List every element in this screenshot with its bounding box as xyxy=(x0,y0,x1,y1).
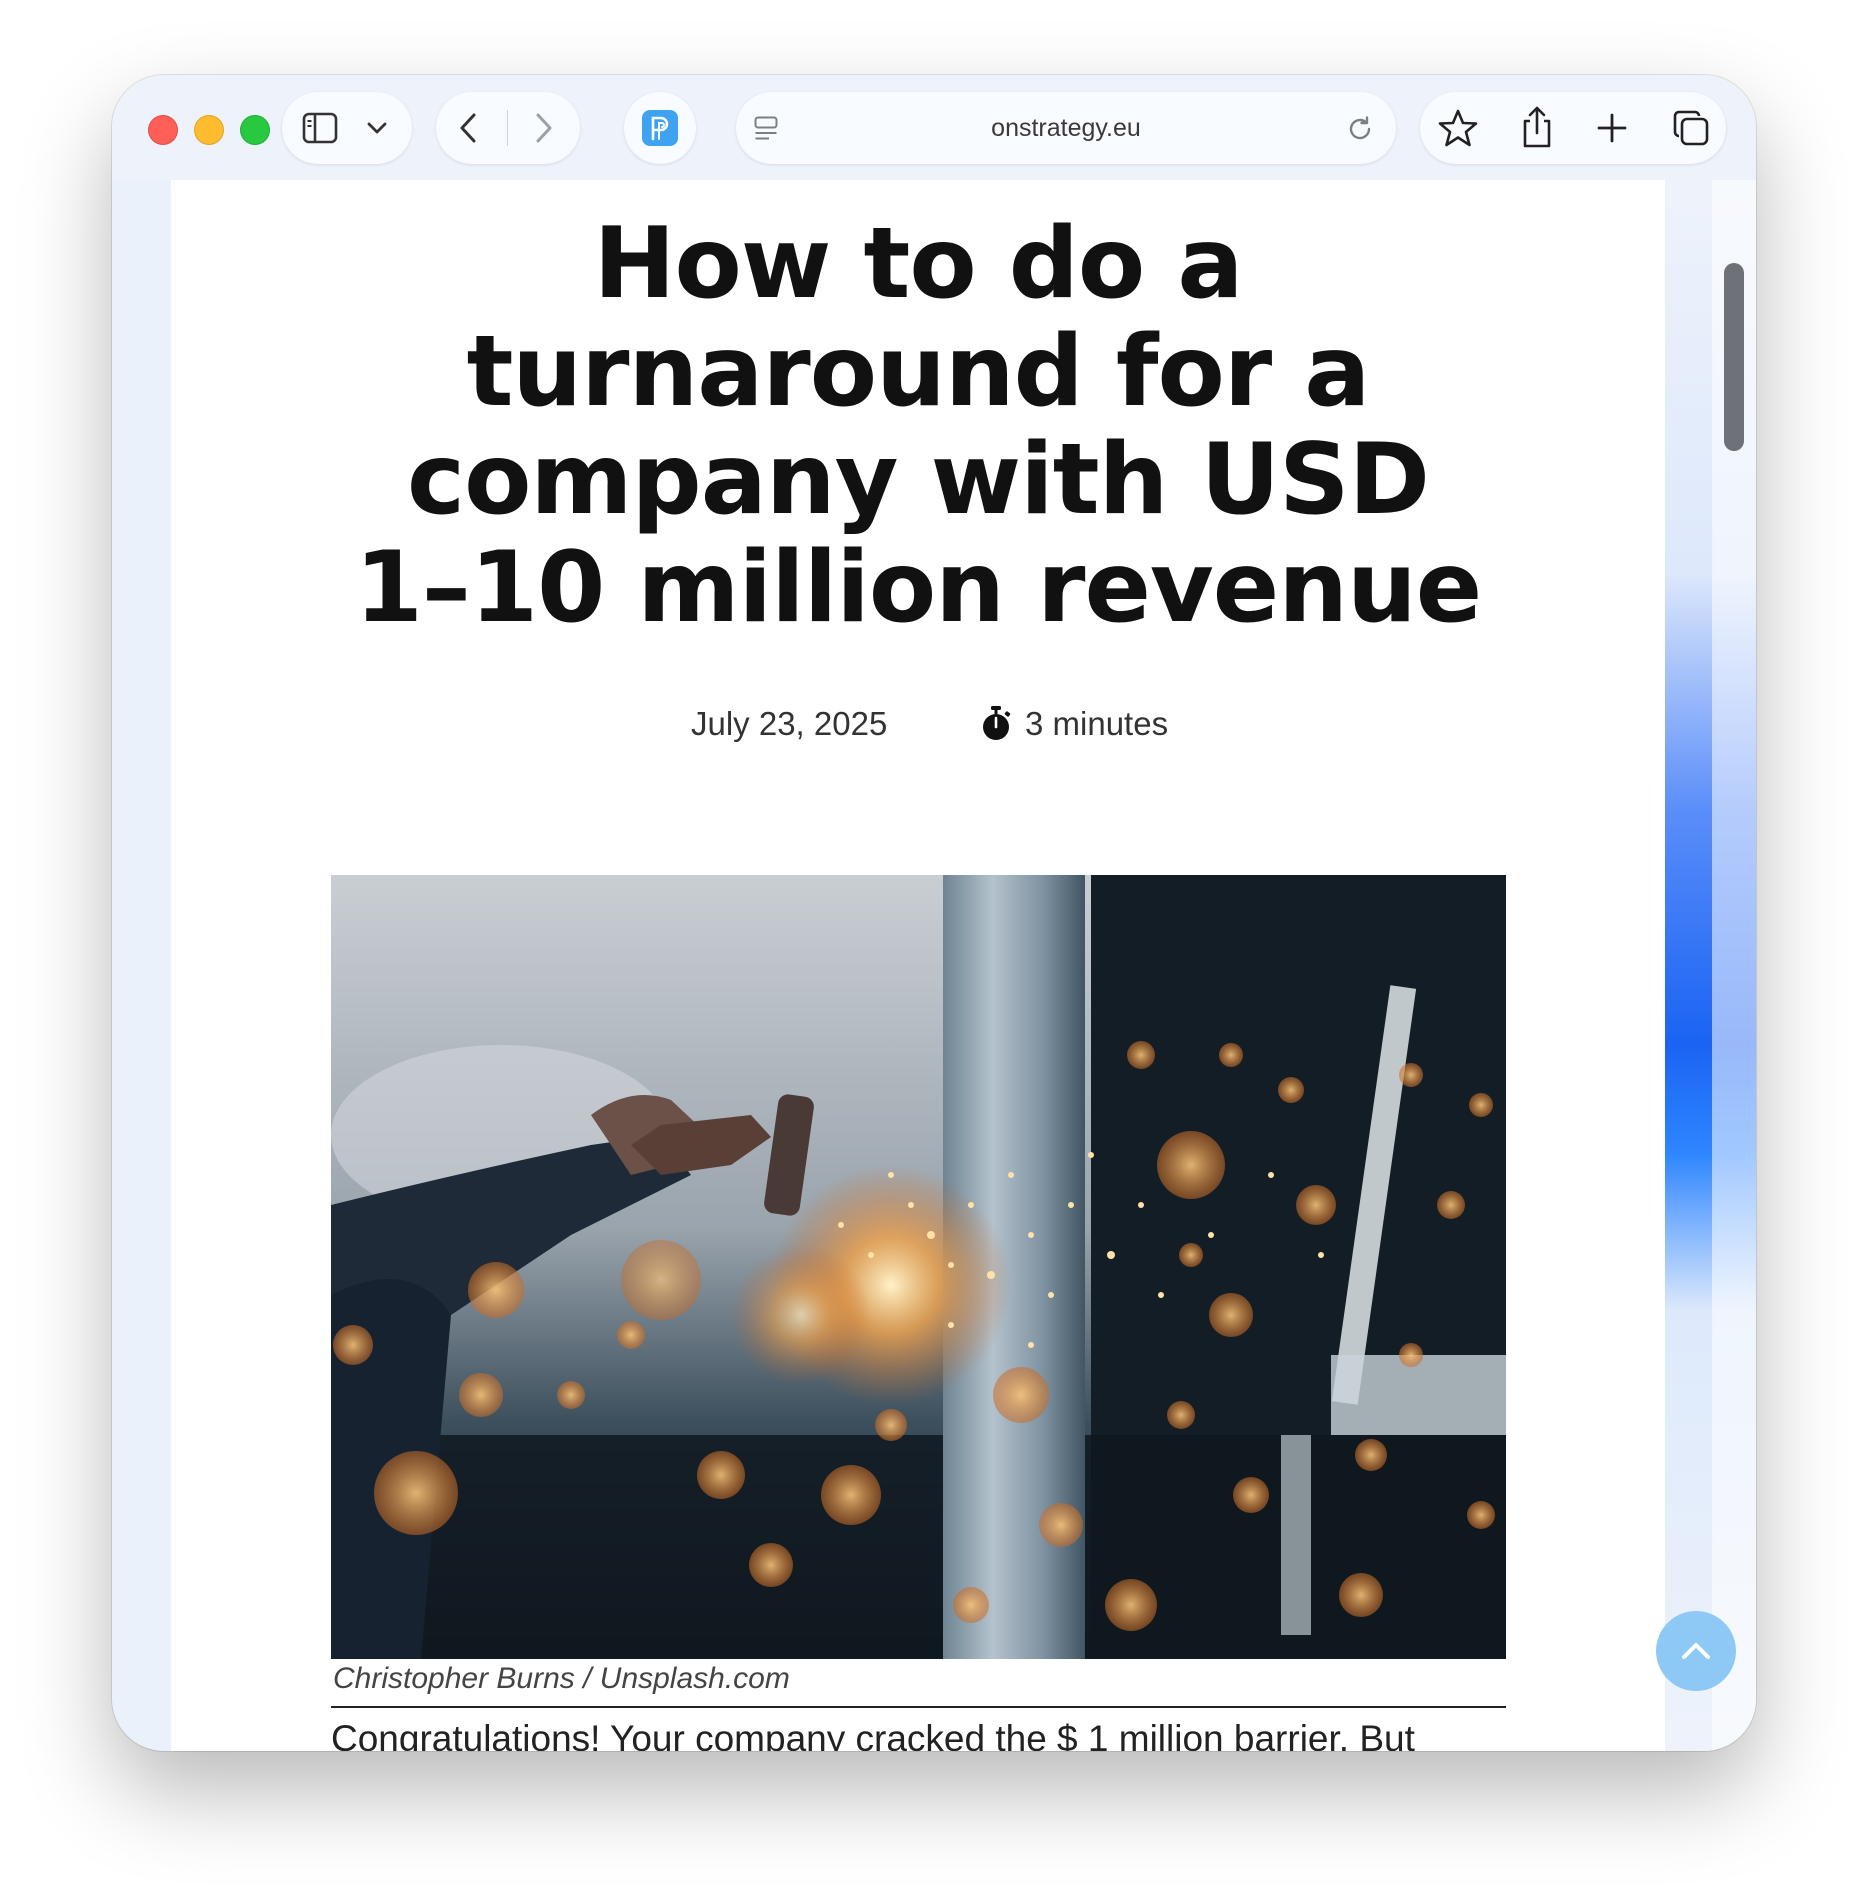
address-bar[interactable]: onstrategy.eu xyxy=(736,92,1396,164)
minimize-window-button[interactable] xyxy=(194,115,224,145)
image-caption: Christopher Burns / Unsplash.com xyxy=(333,1662,790,1695)
extension-button[interactable] xyxy=(624,92,696,164)
title-line: How to do a xyxy=(593,207,1243,321)
stopwatch-icon xyxy=(983,706,1011,740)
chevron-up-icon xyxy=(1682,1643,1710,1659)
publish-date: July 23, 2025 xyxy=(691,705,888,742)
close-window-button[interactable] xyxy=(148,115,178,145)
article-page: How to do a turnaround for a company wit… xyxy=(171,180,1665,1751)
caption-divider xyxy=(331,1706,1506,1708)
browser-toolbar: onstrategy.eu xyxy=(112,75,1756,180)
read-time: 3 minutes xyxy=(1025,705,1169,742)
star-icon[interactable] xyxy=(1438,108,1478,148)
forward-icon[interactable] xyxy=(532,112,554,144)
article-paragraph: Congratulations! Your company cracked th… xyxy=(331,1718,1415,1751)
plus-icon[interactable] xyxy=(1596,112,1628,144)
zoom-window-button[interactable] xyxy=(240,115,270,145)
scrollbar-thumb[interactable] xyxy=(1724,263,1744,451)
title-line: 1–10 million revenue xyxy=(354,531,1483,645)
title-line: company with USD xyxy=(407,423,1430,537)
hero-image xyxy=(331,875,1506,1659)
back-icon[interactable] xyxy=(458,112,480,144)
share-icon[interactable] xyxy=(1520,105,1554,149)
chevron-down-icon[interactable] xyxy=(366,120,388,136)
divider xyxy=(507,110,508,146)
browser-window: onstrategy.eu How to do a turnaround for… xyxy=(112,75,1756,1751)
extension-icon xyxy=(642,110,678,146)
tabs-icon[interactable] xyxy=(1672,109,1710,147)
reload-icon[interactable] xyxy=(1346,115,1374,143)
sidebar-icon[interactable] xyxy=(302,112,338,144)
scroll-to-top-button[interactable] xyxy=(1656,1611,1736,1691)
sidebar-control xyxy=(282,92,412,164)
article-title: How to do a turnaround for a company wit… xyxy=(171,210,1665,642)
grinding-sparks-photo xyxy=(331,875,1506,1659)
title-line: turnaround for a xyxy=(466,315,1371,429)
toolbar-actions xyxy=(1420,92,1726,164)
navigation-control xyxy=(436,92,580,164)
url-text: onstrategy.eu xyxy=(991,114,1141,142)
